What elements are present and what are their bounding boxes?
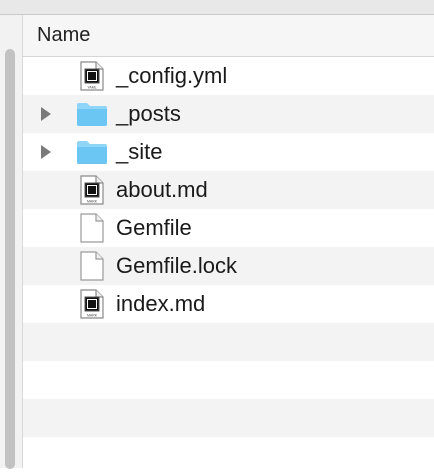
document-icon: YAML — [76, 61, 108, 91]
file-row[interactable]: Gemfile — [23, 209, 434, 247]
file-name[interactable]: about.md — [116, 178, 208, 202]
file-row[interactable]: Gemfile.lock — [23, 247, 434, 285]
folder-row[interactable]: _site — [23, 133, 434, 171]
empty-row — [23, 361, 434, 399]
folder-icon — [76, 137, 108, 167]
column-header[interactable]: Name — [23, 15, 434, 57]
blank-document-icon — [76, 251, 108, 281]
empty-row — [23, 399, 434, 437]
empty-row — [23, 323, 434, 361]
empty-row — [23, 437, 434, 475]
scrollbar-thumb[interactable] — [5, 49, 15, 469]
disclosure-triangle-icon[interactable] — [39, 107, 53, 121]
file-list: YAML _config.yml _posts _site MARK about… — [23, 57, 434, 475]
file-row[interactable]: MARK about.md — [23, 171, 434, 209]
file-type-badge: YAML — [87, 86, 96, 90]
left-scroll-gutter — [0, 15, 23, 469]
file-type-badge: MARK — [87, 200, 98, 204]
disclosure-triangle-icon[interactable] — [39, 145, 53, 159]
name-column-header[interactable]: Name — [37, 24, 90, 47]
file-name[interactable]: Gemfile.lock — [116, 254, 237, 278]
folder-icon — [76, 99, 108, 129]
file-row[interactable]: MARK index.md — [23, 285, 434, 323]
file-row[interactable]: YAML _config.yml — [23, 57, 434, 95]
window-top-edge — [0, 0, 434, 15]
folder-row[interactable]: _posts — [23, 95, 434, 133]
file-type-badge: MARK — [87, 314, 98, 318]
document-icon: MARK — [76, 289, 108, 319]
file-name[interactable]: _config.yml — [116, 64, 227, 88]
blank-document-icon — [76, 213, 108, 243]
file-name[interactable]: Gemfile — [116, 216, 192, 240]
folder-name[interactable]: _posts — [116, 102, 181, 126]
folder-name[interactable]: _site — [116, 140, 162, 164]
document-icon: MARK — [76, 175, 108, 205]
file-name[interactable]: index.md — [116, 292, 205, 316]
